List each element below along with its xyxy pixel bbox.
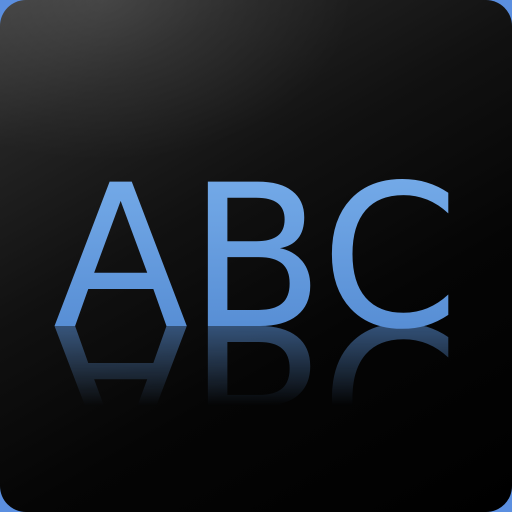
abc-reflection: ABC: [53, 279, 459, 510]
app-icon-tile: ABC ABC: [0, 0, 512, 512]
abc-logo: ABC ABC: [0, 0, 512, 512]
